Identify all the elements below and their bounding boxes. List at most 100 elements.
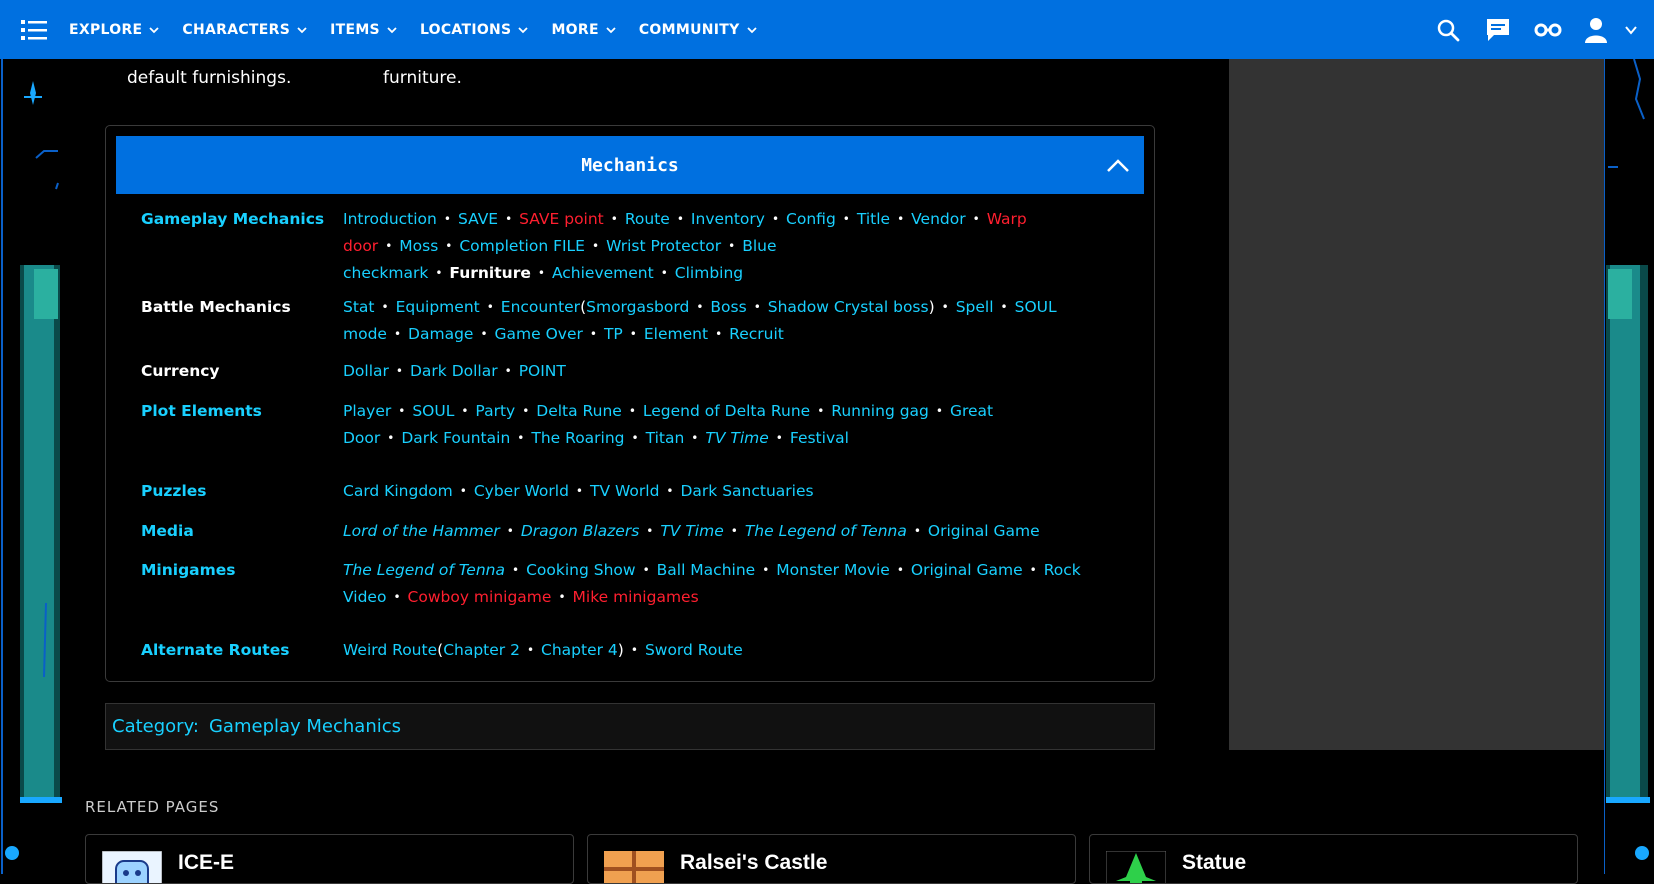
navbox-group-label[interactable]: Minigames: [141, 557, 343, 611]
chevron-down-icon: [518, 26, 529, 33]
navbox-link[interactable]: Festival: [790, 429, 849, 447]
navbox-link[interactable]: Dark Fountain: [401, 429, 510, 447]
related-page-card[interactable]: ICE-E: [85, 834, 574, 884]
navbox-link[interactable]: Dark Dollar: [410, 362, 498, 380]
navbox-link[interactable]: The Roaring: [531, 429, 624, 447]
navbox-group-label[interactable]: Gameplay Mechanics: [141, 206, 343, 287]
nav-item-items[interactable]: ITEMS: [319, 0, 409, 59]
navbox-group-list: Card Kingdom • Cyber World • TV World • Dark S…: [343, 478, 1083, 505]
bullet-separator: •: [628, 404, 636, 418]
navbox-link[interactable]: Moss: [399, 237, 438, 255]
navbox-link[interactable]: The Legend of Tenna: [745, 522, 907, 540]
collapse-button[interactable]: [1104, 151, 1132, 179]
navbox-link[interactable]: TP: [604, 325, 623, 343]
related-page-card[interactable]: Statue: [1089, 834, 1578, 884]
navbox-link[interactable]: Recruit: [729, 325, 784, 343]
navbox-link[interactable]: Cyber World: [474, 482, 569, 500]
nav-item-explore[interactable]: EXPLORE: [58, 0, 171, 59]
navbox-link[interactable]: Running gag: [831, 402, 929, 420]
navbox-link[interactable]: Dark Sanctuaries: [681, 482, 814, 500]
menu-button[interactable]: [10, 0, 58, 59]
navbox-link[interactable]: Smorgasbord: [586, 298, 689, 316]
navbox-link[interactable]: Dragon Blazers: [521, 522, 639, 540]
navbox-link[interactable]: Config: [786, 210, 836, 228]
navbox-link[interactable]: Player: [343, 402, 391, 420]
navbox-link[interactable]: Achievement: [552, 264, 654, 282]
navbox-link[interactable]: TV World: [590, 482, 659, 500]
nav-item-more[interactable]: MORE: [540, 0, 627, 59]
navbox-group-label[interactable]: Alternate Routes: [141, 637, 343, 664]
navbox-link[interactable]: Legend of Delta Rune: [643, 402, 810, 420]
chevron-down-icon: [606, 26, 616, 33]
discussions-button[interactable]: [1484, 16, 1512, 44]
navbox-link[interactable]: Equipment: [396, 298, 480, 316]
navbox-link[interactable]: Wrist Protector: [606, 237, 721, 255]
bullet-separator: •: [537, 266, 545, 280]
navbox-link[interactable]: Game Over: [495, 325, 583, 343]
navbox-row: Minigames The Legend of Tenna • Cooking Sho…: [141, 557, 1141, 611]
statue-thumbnail: [1106, 851, 1166, 883]
nav-item-characters[interactable]: CHARACTERS: [171, 0, 319, 59]
bullet-separator: •: [505, 212, 513, 226]
search-button[interactable]: [1434, 16, 1462, 44]
navbox-group-label[interactable]: Media: [141, 518, 343, 545]
navbox-link[interactable]: Titan: [646, 429, 685, 447]
navbox-link[interactable]: Damage: [408, 325, 473, 343]
navbox-link[interactable]: Cooking Show: [526, 561, 635, 579]
bullet-separator: •: [512, 563, 520, 577]
navbox-link[interactable]: Inventory: [691, 210, 765, 228]
chat-icon: [1487, 18, 1509, 41]
navbox-link[interactable]: Climbing: [675, 264, 743, 282]
category-link[interactable]: Gameplay Mechanics: [209, 716, 401, 737]
bullet-separator: •: [913, 524, 921, 538]
navbox-link[interactable]: Sword Route: [645, 641, 743, 659]
navbox-link[interactable]: Original Game: [928, 522, 1040, 540]
nav-item-locations[interactable]: LOCATIONS: [409, 0, 541, 59]
navbox-link[interactable]: Introduction: [343, 210, 437, 228]
related-page-card[interactable]: Ralsei's Castle: [587, 834, 1076, 884]
navbox-group-label: Currency: [141, 362, 220, 380]
nav-item-community[interactable]: COMMUNITY: [628, 0, 769, 59]
navbox-link[interactable]: Mike minigames: [573, 588, 699, 606]
navbox-link[interactable]: Route: [625, 210, 670, 228]
user-menu-button[interactable]: [1584, 16, 1638, 44]
navbox-group-label[interactable]: Puzzles: [141, 478, 343, 505]
navbox-link[interactable]: Boss: [710, 298, 746, 316]
navbox-link[interactable]: TV Time: [705, 429, 768, 447]
navbox-link[interactable]: Spell: [956, 298, 994, 316]
navbox-link[interactable]: POINT: [519, 362, 566, 380]
navbox-link[interactable]: The Legend of Tenna: [343, 561, 505, 579]
navbox-row: Media Lord of the Hammer • Dragon Blazers • T…: [141, 518, 1141, 545]
bullet-separator: •: [526, 643, 535, 657]
navbox-link[interactable]: Dollar: [343, 362, 389, 380]
navbox-link[interactable]: TV Time: [660, 522, 723, 540]
navbox-link[interactable]: Card Kingdom: [343, 482, 453, 500]
navbox-link[interactable]: Element: [644, 325, 708, 343]
navbox-link[interactable]: SAVE: [458, 210, 498, 228]
ice-e-thumbnail: [102, 851, 162, 883]
navbox-link[interactable]: SOUL: [412, 402, 454, 420]
navbox-link[interactable]: Cowboy minigame: [408, 588, 552, 606]
navbox-link[interactable]: Delta Rune: [536, 402, 622, 420]
navbox-link[interactable]: Vendor: [911, 210, 965, 228]
navbox-link[interactable]: Chapter 4: [541, 641, 618, 659]
fan-feed-button[interactable]: [1534, 16, 1562, 44]
navbox-link[interactable]: Weird Route: [343, 641, 437, 659]
right-rail-panel: [1229, 59, 1604, 750]
navbox-link[interactable]: Ball Machine: [657, 561, 756, 579]
navbox-link[interactable]: Chapter 2: [443, 641, 520, 659]
bullet-separator: •: [387, 431, 395, 445]
navbox-link[interactable]: Encounter: [501, 298, 580, 316]
navbox-link[interactable]: Lord of the Hammer: [343, 522, 500, 540]
navbox-group-label[interactable]: Plot Elements: [141, 398, 343, 452]
navbox-link[interactable]: Shadow Crystal boss: [768, 298, 929, 316]
navbox-link[interactable]: Party: [475, 402, 515, 420]
navbox-link[interactable]: Title: [857, 210, 890, 228]
related-page-title: Statue: [1182, 851, 1247, 874]
navbox-link[interactable]: Original Game: [911, 561, 1023, 579]
navbox-link[interactable]: Completion FILE: [459, 237, 585, 255]
navbox-link[interactable]: Monster Movie: [776, 561, 890, 579]
navbox-link[interactable]: Stat: [343, 298, 375, 316]
navbox-link[interactable]: SAVE point: [519, 210, 604, 228]
bullet-separator: •: [589, 327, 597, 341]
